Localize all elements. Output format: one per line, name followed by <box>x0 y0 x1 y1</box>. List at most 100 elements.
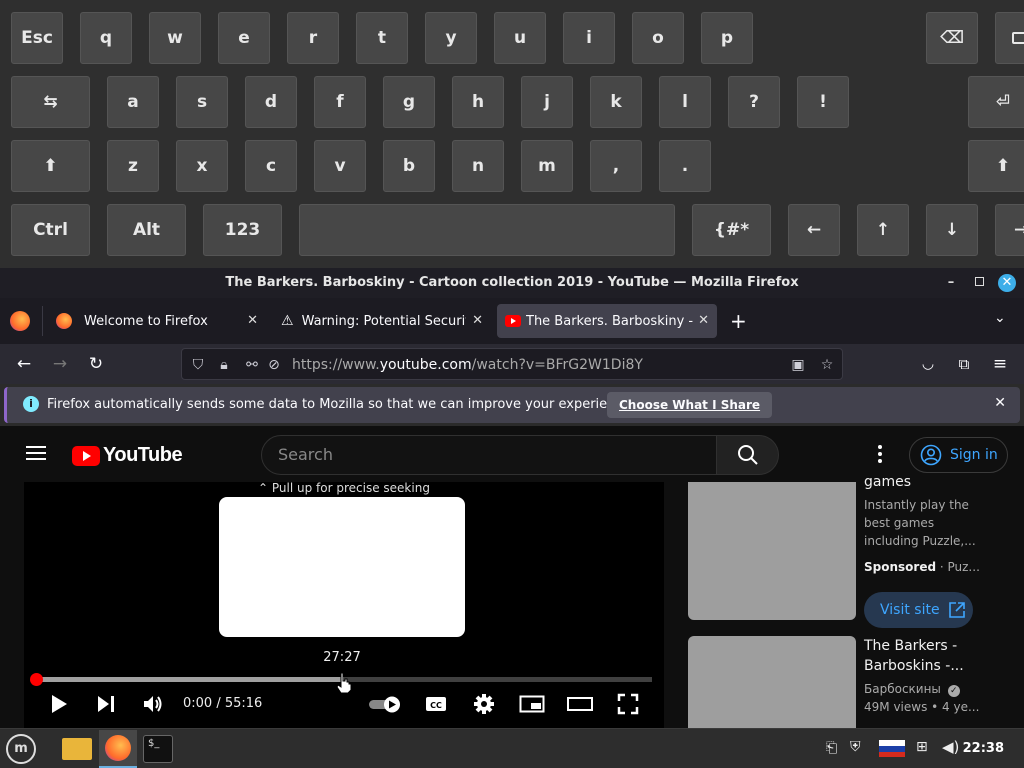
pocket-icon[interactable]: ◡ <box>916 352 940 376</box>
choose-what-i-share-button[interactable]: Choose What I Share <box>607 392 773 418</box>
key-ctrl[interactable]: Ctrl <box>11 204 90 256</box>
bookmark-star-icon[interactable]: ☆ <box>818 356 836 374</box>
settings-kebab-icon[interactable] <box>878 445 882 466</box>
key-e[interactable]: e <box>218 12 270 64</box>
extensions-icon[interactable]: ⧉ <box>952 352 976 376</box>
key-p[interactable]: p <box>701 12 753 64</box>
key-exclamation[interactable]: ! <box>797 76 849 128</box>
key-o[interactable]: o <box>632 12 684 64</box>
key-backspace[interactable]: ⌫ <box>926 12 978 64</box>
key-space[interactable] <box>299 204 675 256</box>
autoplay-toggle[interactable] <box>368 693 404 715</box>
key-b[interactable]: b <box>383 140 435 192</box>
mint-menu-icon[interactable]: m <box>6 734 36 764</box>
list-all-tabs-icon[interactable]: ⌄ <box>994 310 1006 326</box>
key-i[interactable]: i <box>563 12 615 64</box>
key-c[interactable]: c <box>245 140 297 192</box>
tab-youtube[interactable]: The Barkers. Barboskiny - Cartoon collec… <box>497 304 717 338</box>
key-shift-left[interactable]: ⬆ <box>11 140 90 192</box>
terminal-icon[interactable]: $_ <box>143 735 173 763</box>
url-bar[interactable]: ⛉ 🔒︎ ⚯ ⊘ https://www.youtube.com/watch?v… <box>181 348 843 380</box>
close-tab-icon[interactable]: ✕ <box>698 313 709 328</box>
key-arrow-down[interactable]: ↓ <box>926 204 978 256</box>
channel-name[interactable]: Барбоскины ✓ <box>864 680 960 698</box>
key-v[interactable]: v <box>314 140 366 192</box>
key-z[interactable]: z <box>107 140 159 192</box>
key-x[interactable]: x <box>176 140 228 192</box>
key-n[interactable]: n <box>452 140 504 192</box>
reader-view-icon[interactable]: ▣ <box>789 356 807 374</box>
sign-in-button[interactable]: Sign in <box>909 437 1008 473</box>
taskbar-firefox-button[interactable] <box>99 730 137 768</box>
key-123[interactable]: 123 <box>203 204 282 256</box>
key-esc[interactable]: Esc <box>11 12 63 64</box>
key-a[interactable]: a <box>107 76 159 128</box>
key-m[interactable]: m <box>521 140 573 192</box>
key-keyboard-settings[interactable] <box>995 12 1024 64</box>
key-r[interactable]: r <box>287 12 339 64</box>
key-t[interactable]: t <box>356 12 408 64</box>
menu-icon[interactable]: ≡ <box>988 352 1012 376</box>
new-tab-button[interactable]: + <box>730 309 747 333</box>
tab-welcome[interactable]: Welcome to Firefox ✕ <box>48 304 266 338</box>
close-notification-icon[interactable]: ✕ <box>994 395 1006 411</box>
key-enter[interactable]: ⏎ <box>968 76 1024 128</box>
theater-mode-icon[interactable] <box>566 693 594 715</box>
key-symbols[interactable]: {#* <box>692 204 771 256</box>
key-h[interactable]: h <box>452 76 504 128</box>
miniplayer-icon[interactable] <box>519 693 545 715</box>
fullscreen-icon[interactable] <box>617 693 639 715</box>
security-shield-icon[interactable]: ⛨ <box>850 739 861 755</box>
volume-icon[interactable] <box>142 693 164 715</box>
youtube-logo[interactable]: YouTube <box>72 444 183 467</box>
key-arrow-right[interactable]: → <box>995 204 1024 256</box>
visit-site-button[interactable]: Visit site <box>864 592 973 628</box>
tab-security-warning[interactable]: ⚠ Warning: Potential Security Risk Ahead… <box>273 304 491 338</box>
back-button[interactable]: ← <box>12 352 36 376</box>
key-question[interactable]: ? <box>728 76 780 128</box>
autoplay-blocked-icon[interactable]: ⊘ <box>265 356 283 374</box>
key-arrow-left[interactable]: ← <box>788 204 840 256</box>
maximize-button[interactable] <box>970 274 988 292</box>
files-folder-icon[interactable] <box>62 738 92 760</box>
shield-icon[interactable]: ⛉ <box>189 356 207 374</box>
scrubber-handle[interactable] <box>30 673 43 686</box>
permissions-icon[interactable]: ⚯ <box>243 356 261 374</box>
firefox-view-icon[interactable] <box>10 311 30 331</box>
forward-button[interactable]: → <box>48 352 72 376</box>
key-shift-right[interactable]: ⬆ <box>968 140 1024 192</box>
key-l[interactable]: l <box>659 76 711 128</box>
key-period[interactable]: . <box>659 140 711 192</box>
close-window-button[interactable]: ✕ <box>998 274 1016 292</box>
ad-thumbnail[interactable] <box>688 482 856 620</box>
clock[interactable]: 22:38 <box>963 741 1004 756</box>
reload-button[interactable]: ↻ <box>84 352 108 376</box>
video-thumbnail[interactable] <box>688 636 856 728</box>
key-y[interactable]: y <box>425 12 477 64</box>
play-icon[interactable] <box>49 693 69 715</box>
key-j[interactable]: j <box>521 76 573 128</box>
key-tab[interactable]: ⇆ <box>11 76 90 128</box>
key-arrow-up[interactable]: ↑ <box>857 204 909 256</box>
key-f[interactable]: f <box>314 76 366 128</box>
next-video-icon[interactable] <box>96 693 116 715</box>
lock-icon[interactable]: 🔒︎ <box>215 356 233 374</box>
related-video-title[interactable]: The Barkers - Barboskins -... <box>864 636 964 676</box>
key-d[interactable]: d <box>245 76 297 128</box>
key-q[interactable]: q <box>80 12 132 64</box>
close-tab-icon[interactable]: ✕ <box>247 313 258 328</box>
search-button[interactable] <box>716 435 779 475</box>
volume-tray-icon[interactable]: ◀) <box>942 738 959 756</box>
network-icon[interactable]: ⊞ <box>916 739 928 755</box>
key-alt[interactable]: Alt <box>107 204 186 256</box>
ad-title[interactable]: games <box>864 472 911 492</box>
search-input[interactable] <box>278 445 698 464</box>
key-k[interactable]: k <box>590 76 642 128</box>
key-comma[interactable]: , <box>590 140 642 192</box>
key-w[interactable]: w <box>149 12 201 64</box>
video-player[interactable]: ⌃ Pull up for precise seeking 27:27 0:00… <box>24 482 664 728</box>
keyboard-layout-ru-flag-icon[interactable] <box>879 740 905 757</box>
close-tab-icon[interactable]: ✕ <box>472 313 483 328</box>
update-manager-icon[interactable]: ⎗ <box>826 740 837 756</box>
key-u[interactable]: u <box>494 12 546 64</box>
